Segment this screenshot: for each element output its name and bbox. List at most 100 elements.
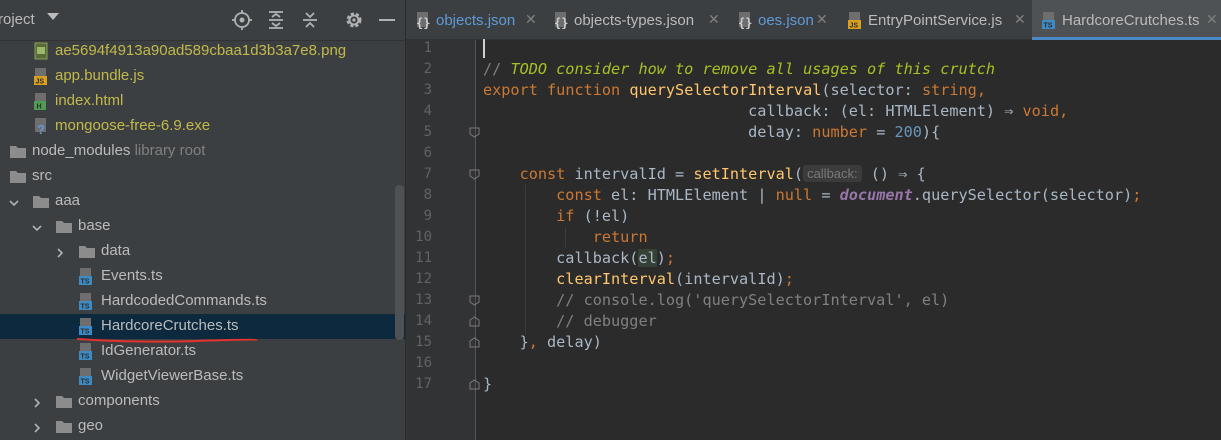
line-number: 13 bbox=[415, 292, 432, 308]
chevron-down-icon[interactable] bbox=[8, 196, 20, 208]
tab-entrypointservice-js[interactable]: JS EntryPointService.js ✕ bbox=[838, 0, 1032, 40]
code-line-5: delay: number = 200){ bbox=[483, 123, 941, 141]
tree-item[interactable]: components bbox=[0, 389, 405, 414]
tree-item-label: components bbox=[78, 392, 160, 409]
folder-icon bbox=[9, 167, 27, 186]
line-number: 3 bbox=[423, 82, 432, 98]
tree-item[interactable]: JS app.bundle.js bbox=[0, 64, 405, 89]
svg-text:TS: TS bbox=[81, 279, 90, 286]
fold-marker-icon[interactable] bbox=[469, 295, 480, 306]
png-file-icon bbox=[33, 42, 51, 61]
close-icon[interactable]: ✕ bbox=[708, 11, 720, 28]
tab-objects-types-json[interactable]: {} objects-types.json ✕ bbox=[544, 0, 728, 40]
tree-item[interactable]: geo bbox=[0, 414, 405, 439]
tree-item-label: ae5694f4913a90ad589cbaa1d3b3a7e8.png bbox=[55, 42, 347, 59]
folder-icon bbox=[55, 392, 73, 411]
code-line-2: // TODO consider how to remove all usage… bbox=[483, 60, 996, 78]
ts-file-icon: TS bbox=[1040, 10, 1058, 30]
chevron-right-icon[interactable] bbox=[31, 421, 43, 433]
tree-item[interactable]: node_modules library root bbox=[0, 139, 405, 164]
tree-item[interactable]: aaa bbox=[0, 189, 405, 214]
json-file-icon: {} bbox=[414, 10, 432, 30]
library-root-label: library root bbox=[134, 142, 206, 159]
tree-item-label: index.html bbox=[55, 92, 124, 109]
ts-file-icon: TS bbox=[78, 292, 96, 311]
ts-file-icon: TS bbox=[78, 267, 96, 286]
svg-text:JS: JS bbox=[36, 79, 45, 86]
tab-hardcorecrutches-ts[interactable]: TS HardcoreCrutches.ts ✕ bbox=[1032, 0, 1221, 40]
project-panel-scrollbar[interactable] bbox=[395, 185, 404, 340]
tree-item[interactable]: TS HardcodedCommands.ts bbox=[0, 289, 405, 314]
tree-item-label: data bbox=[101, 242, 131, 259]
fold-end-icon[interactable] bbox=[469, 316, 480, 327]
tree-item[interactable]: TS WidgetViewerBase.ts bbox=[0, 364, 405, 389]
editor-tab-bar: {} objects.json ✕ {} objects-types.json … bbox=[406, 0, 1221, 40]
tree-item-label: Events.ts bbox=[101, 267, 163, 284]
line-number: 10 bbox=[415, 229, 432, 245]
minimize-icon[interactable] bbox=[377, 10, 397, 30]
tree-item[interactable]: TS IdGenerator.ts bbox=[0, 339, 405, 364]
tree-item-label: base bbox=[78, 217, 111, 234]
tree-item-label: mongoose-free-6.9.exe bbox=[55, 117, 211, 134]
line-number: 7 bbox=[423, 166, 432, 182]
fold-end-icon[interactable] bbox=[469, 379, 480, 390]
close-icon[interactable]: ✕ bbox=[1206, 11, 1218, 28]
svg-text:TS: TS bbox=[81, 354, 90, 361]
code-line-15: }, delay) bbox=[483, 333, 602, 351]
line-number: 8 bbox=[423, 187, 432, 203]
tab-oes-json[interactable]: {} oes.json ✕ bbox=[728, 0, 834, 40]
code-line-11: callback(el); bbox=[556, 249, 676, 267]
ts-file-icon: TS bbox=[78, 367, 96, 386]
tree-item-label: geo bbox=[78, 417, 104, 434]
tree-item[interactable]: src bbox=[0, 164, 405, 189]
tab-label: HardcoreCrutches.ts bbox=[1062, 12, 1200, 29]
locate-icon[interactable] bbox=[232, 10, 252, 30]
fold-end-icon[interactable] bbox=[469, 337, 480, 348]
chevron-right-icon[interactable] bbox=[31, 396, 43, 408]
line-number: 4 bbox=[423, 103, 432, 119]
expand-all-icon[interactable] bbox=[266, 10, 286, 30]
tree-item[interactable]: base bbox=[0, 214, 405, 239]
gear-icon[interactable] bbox=[344, 10, 364, 30]
tree-item[interactable]: TS Events.ts bbox=[0, 264, 405, 289]
svg-text:TS: TS bbox=[1044, 23, 1053, 30]
unknown-file-icon: ? bbox=[33, 117, 51, 137]
inlay-parameter-hint: callback: bbox=[803, 165, 862, 182]
line-number: 6 bbox=[423, 145, 432, 161]
folder-icon bbox=[55, 217, 73, 236]
js-file-icon: JS bbox=[846, 10, 864, 30]
line-number: 11 bbox=[415, 250, 432, 266]
fold-marker-icon[interactable] bbox=[469, 169, 480, 180]
svg-text:{}: {} bbox=[738, 16, 752, 30]
code-line-7: const intervalId = setInterval(callback:… bbox=[519, 165, 926, 183]
chevron-down-icon[interactable] bbox=[31, 221, 43, 233]
tree-item-label: WidgetViewerBase.ts bbox=[101, 367, 244, 384]
line-number: 14 bbox=[415, 313, 432, 329]
code-line-8: const el: HTMLElement | null = document.… bbox=[556, 186, 1142, 204]
ts-file-icon: TS bbox=[78, 342, 96, 361]
tree-item[interactable]: ? mongoose-free-6.9.exe bbox=[0, 114, 405, 139]
tree-item-label: aaa bbox=[55, 192, 81, 209]
chevron-right-icon[interactable] bbox=[54, 246, 66, 258]
project-view-selector[interactable]: roject bbox=[0, 11, 35, 28]
line-number: 12 bbox=[415, 271, 432, 287]
tab-objects-json[interactable]: {} objects.json ✕ bbox=[406, 0, 542, 40]
close-icon[interactable]: ✕ bbox=[816, 11, 828, 28]
collapse-all-icon[interactable] bbox=[300, 10, 320, 30]
tree-item-label: HardcoreCrutches.ts bbox=[101, 317, 239, 334]
tree-item[interactable]: ae5694f4913a90ad589cbaa1d3b3a7e8.png bbox=[0, 39, 405, 64]
close-icon[interactable]: ✕ bbox=[525, 11, 537, 28]
svg-text:TS: TS bbox=[81, 304, 90, 311]
tree-item-label: src bbox=[32, 167, 52, 184]
tree-item[interactable]: H index.html bbox=[0, 89, 405, 114]
svg-text:TS: TS bbox=[81, 329, 90, 336]
tree-item-label: app.bundle.js bbox=[55, 67, 145, 84]
close-icon[interactable]: ✕ bbox=[1014, 11, 1026, 28]
code-line-3: export function querySelectorInterval(se… bbox=[483, 81, 986, 99]
chevron-down-icon[interactable] bbox=[47, 13, 59, 20]
tree-item[interactable]: data bbox=[0, 239, 405, 264]
folder-icon bbox=[32, 192, 50, 211]
fold-marker-icon[interactable] bbox=[469, 127, 480, 138]
code-line-12: clearInterval(intervalId); bbox=[556, 270, 794, 288]
ts-file-icon: TS bbox=[78, 317, 96, 336]
